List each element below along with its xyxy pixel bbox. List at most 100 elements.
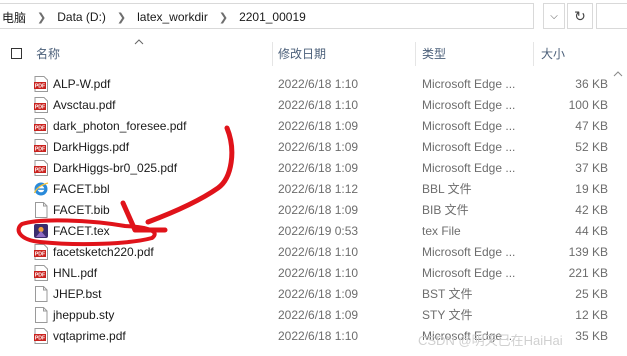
column-header: 名称 修改日期 类型 大小 [0,42,627,66]
file-size: 47 KB [575,119,608,133]
column-header-name[interactable]: 名称 [36,42,60,66]
file-type: Microsoft Edge ... [422,140,516,154]
file-type: STY 文件 [422,308,473,322]
file-name[interactable]: DarkHiggs-br0_025.pdf [53,158,177,179]
file-name[interactable]: FACET.tex [53,221,110,242]
blank-file-icon [33,286,49,302]
file-row[interactable]: PDF ALP-W.pdf 2022/6/18 1:10 Microsoft Edge… [0,74,627,95]
file-name[interactable]: jheppub.sty [53,305,114,326]
file-date: 2022/6/18 1:12 [278,182,359,196]
scroll-up-icon[interactable] [613,70,623,78]
file-name[interactable]: vqtaprime.pdf [53,326,126,347]
ie-file-icon [33,181,49,197]
blank-file-icon [33,202,49,218]
file-size: 139 KB [568,245,608,259]
file-size: 36 KB [575,77,608,91]
file-name[interactable]: HNL.pdf [53,263,97,284]
column-header-type[interactable]: 类型 [422,42,446,66]
file-type: BIB 文件 [422,203,469,217]
file-date: 2022/6/18 1:10 [278,329,359,343]
file-type: Microsoft Edge ... [422,98,516,112]
file-name[interactable]: FACET.bbl [53,179,110,200]
file-name[interactable]: JHEP.bst [53,284,101,305]
file-row[interactable]: PDF DarkHiggs.pdf 2022/6/18 1:09 Microsoft … [0,137,627,158]
file-date: 2022/6/18 1:10 [278,77,359,91]
chevron-right-icon[interactable]: ❯ [108,11,135,24]
file-size: 100 KB [568,98,608,112]
file-name[interactable]: ALP-W.pdf [53,74,110,95]
pdf-icon: PDF [33,265,49,281]
pdf-icon: PDF [33,139,49,155]
watermark: CSDN @明天已在HaiHai [418,333,563,348]
pdf-icon: PDF [33,118,49,134]
breadcrumb-item-latex-workdir[interactable]: latex_workdir [135,10,210,24]
vertical-scrollbar[interactable] [609,66,627,356]
tex-file-icon [33,223,49,239]
column-divider[interactable] [272,42,273,66]
chevron-down-icon: ⌵ [550,10,558,22]
breadcrumb-item-current-folder[interactable]: 2201_00019 [237,10,308,24]
file-name[interactable]: FACET.bib [53,200,110,221]
file-size: 12 KB [575,308,608,322]
file-row[interactable]: PDF dark_photon_foresee.pdf 2022/6/18 1:09… [0,116,627,137]
file-row[interactable]: PDF facetsketch220.pdf 2022/6/18 1:10 Micro… [0,242,627,263]
file-row[interactable]: FACET.bbl 2022/6/18 1:12 BBL 文件 19 KB [0,179,627,200]
address-bar: 电脑 ❯ Data (D:) ❯ latex_workdir ❯ 2201_00… [0,0,627,33]
pdf-icon: PDF [33,97,49,113]
column-header-size[interactable]: 大小 [541,42,565,66]
address-dropdown-button[interactable]: ⌵ [543,3,565,29]
breadcrumb[interactable]: 电脑 ❯ Data (D:) ❯ latex_workdir ❯ 2201_00… [0,3,534,29]
file-type: Microsoft Edge ... [422,119,516,133]
file-size: 37 KB [575,161,608,175]
file-row[interactable]: PDF DarkHiggs-br0_025.pdf 2022/6/18 1:09 Mi… [0,158,627,179]
svg-text:PDF: PDF [35,126,45,132]
file-row[interactable]: FACET.bib 2022/6/18 1:09 BIB 文件 42 KB [0,200,627,221]
file-row[interactable]: PDF Avsctau.pdf 2022/6/18 1:10 Microsoft Ed… [0,95,627,116]
refresh-icon: ↻ [574,7,586,24]
file-size: 44 KB [575,224,608,238]
file-type: tex File [422,224,461,238]
file-size: 221 KB [568,266,608,280]
file-type: BBL 文件 [422,182,472,196]
svg-text:PDF: PDF [35,105,45,111]
blank-file-icon [33,307,49,323]
column-divider[interactable] [415,42,416,66]
chevron-right-icon[interactable]: ❯ [28,11,55,24]
file-type: Microsoft Edge ... [422,77,516,91]
file-name[interactable]: Avsctau.pdf [53,95,115,116]
file-date: 2022/6/18 1:09 [278,161,359,175]
file-date: 2022/6/18 1:09 [278,119,359,133]
svg-text:PDF: PDF [35,147,45,153]
file-name[interactable]: facetsketch220.pdf [53,242,154,263]
refresh-button[interactable]: ↻ [567,3,593,29]
file-size: 42 KB [575,203,608,217]
file-type: Microsoft Edge ... [422,266,516,280]
file-type: Microsoft Edge ... [422,245,516,259]
file-date: 2022/6/18 1:10 [278,245,359,259]
svg-text:PDF: PDF [35,168,45,174]
svg-text:PDF: PDF [35,252,45,258]
file-type: BST 文件 [422,287,473,301]
file-size: 19 KB [575,182,608,196]
svg-text:PDF: PDF [35,84,45,90]
file-row[interactable]: FACET.tex 2022/6/19 0:53 tex File 44 KB [0,221,627,242]
file-row[interactable]: PDF HNL.pdf 2022/6/18 1:10 Microsoft Edge .… [0,263,627,284]
column-divider[interactable] [533,42,534,66]
file-name[interactable]: DarkHiggs.pdf [53,137,129,158]
file-name[interactable]: dark_photon_foresee.pdf [53,116,186,137]
breadcrumb-item-drive[interactable]: Data (D:) [55,10,108,24]
chevron-right-icon[interactable]: ❯ [210,11,237,24]
file-row[interactable]: jheppub.sty 2022/6/18 1:09 STY 文件 12 KB [0,305,627,326]
column-header-date[interactable]: 修改日期 [278,42,326,66]
file-date: 2022/6/18 1:09 [278,203,359,217]
file-size: 25 KB [575,287,608,301]
file-date: 2022/6/18 1:10 [278,266,359,280]
search-input[interactable] [596,3,627,29]
pdf-icon: PDF [33,160,49,176]
pdf-icon: PDF [33,76,49,92]
breadcrumb-item-computer[interactable]: 电脑 [0,9,28,26]
svg-text:PDF: PDF [35,336,45,342]
file-date: 2022/6/18 1:10 [278,98,359,112]
file-row[interactable]: JHEP.bst 2022/6/18 1:09 BST 文件 25 KB [0,284,627,305]
file-date: 2022/6/18 1:09 [278,287,359,301]
